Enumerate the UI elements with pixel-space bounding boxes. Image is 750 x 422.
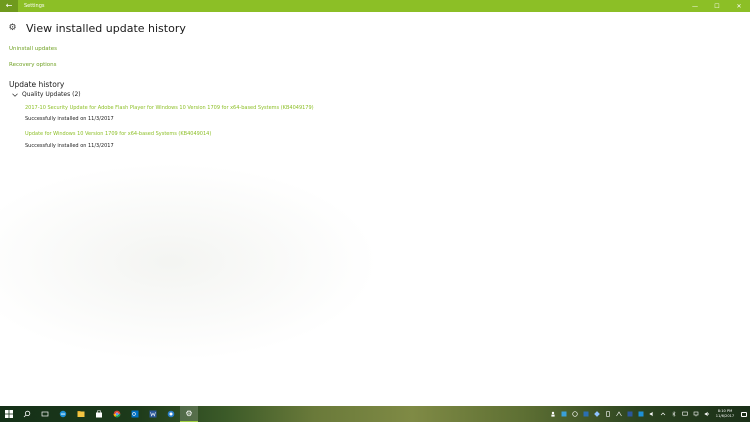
taskbar-edge[interactable] — [54, 406, 72, 422]
start-button[interactable] — [0, 406, 18, 422]
quality-updates-toggle[interactable]: Quality Updates (2) — [12, 91, 81, 98]
chrome-icon — [113, 410, 121, 418]
tray-app-4[interactable] — [591, 406, 602, 422]
gear-icon: ⚙ — [8, 23, 17, 33]
settings-gear-icon: ⚙ — [185, 408, 193, 418]
settings-content: ⚙ View installed update history Uninstal… — [0, 12, 750, 406]
app-tile-icon — [561, 411, 566, 417]
system-tray: 8:10 PM 11/6/2017 — [547, 406, 750, 422]
uninstall-updates-link[interactable]: Uninstall updates — [9, 46, 57, 52]
windows-logo-icon — [5, 410, 13, 418]
outlook-icon — [131, 410, 139, 418]
taskbar: ⚙ 8:10 PM 11/6/2017 — [0, 406, 750, 422]
page-header: ⚙ View installed update history — [8, 22, 186, 35]
tray-app-6[interactable] — [613, 406, 624, 422]
chevron-up-icon — [660, 412, 665, 416]
update-item-link[interactable]: 2017-10 Security Update for Adobe Flash … — [25, 105, 314, 111]
back-arrow-icon: ← — [5, 1, 13, 10]
page-title: View installed update history — [26, 22, 186, 35]
tray-app-7[interactable] — [624, 406, 635, 422]
notification-icon — [741, 411, 747, 417]
update-item-status: Successfully installed on 11/3/2017 — [25, 143, 114, 149]
minimize-button[interactable]: — — [684, 0, 706, 12]
window-controls: — ☐ ✕ — [684, 0, 750, 12]
chevron-down-icon — [12, 92, 18, 98]
tray-volume[interactable] — [701, 406, 712, 422]
volume-icon — [649, 411, 653, 417]
network-app-icon — [615, 411, 622, 417]
store-bag-icon — [96, 410, 102, 418]
update-item-status: Successfully installed on 11/3/2017 — [25, 116, 114, 122]
tray-display[interactable] — [679, 406, 690, 422]
security-icon — [627, 411, 632, 417]
action-center-button[interactable] — [738, 406, 750, 422]
app-tile-icon — [583, 411, 588, 417]
taskbar-chrome[interactable] — [108, 406, 126, 422]
taskbar-word[interactable] — [144, 406, 162, 422]
app-circle-icon — [167, 410, 175, 418]
tray-app-3[interactable] — [580, 406, 591, 422]
taskbar-clock[interactable]: 8:10 PM 11/6/2017 — [712, 406, 738, 422]
task-view-icon — [41, 411, 49, 417]
app-tile-icon — [638, 411, 643, 417]
tray-bluetooth[interactable] — [668, 406, 679, 422]
usb-icon — [605, 411, 610, 417]
ring-icon — [571, 411, 578, 417]
title-bar: ← Settings — ☐ ✕ — [0, 0, 750, 12]
tray-app-1[interactable] — [558, 406, 569, 422]
tray-app-9[interactable] — [646, 406, 657, 422]
search-button[interactable] — [18, 406, 36, 422]
task-view-button[interactable] — [36, 406, 54, 422]
clock-date: 11/6/2017 — [715, 414, 735, 418]
tray-app-2[interactable] — [569, 406, 580, 422]
update-item-link[interactable]: Update for Windows 10 Version 1709 for x… — [25, 131, 211, 137]
tray-app-5[interactable] — [602, 406, 613, 422]
word-icon — [149, 410, 157, 418]
background-wash — [0, 162, 380, 362]
tray-network[interactable] — [690, 406, 701, 422]
taskbar-app[interactable] — [162, 406, 180, 422]
update-history-heading: Update history — [9, 80, 65, 89]
speaker-icon — [704, 411, 709, 417]
back-button[interactable]: ← — [0, 0, 18, 12]
maximize-button[interactable]: ☐ — [706, 0, 728, 12]
network-icon — [693, 411, 698, 417]
taskbar-store[interactable] — [90, 406, 108, 422]
recovery-options-link[interactable]: Recovery options — [9, 62, 57, 68]
taskbar-file-explorer[interactable] — [72, 406, 90, 422]
tray-people[interactable] — [547, 406, 558, 422]
quality-updates-label: Quality Updates (2) — [22, 91, 81, 98]
app-title: Settings — [24, 3, 45, 9]
display-icon — [681, 411, 688, 416]
tray-chevron[interactable] — [657, 406, 668, 422]
folder-icon — [77, 411, 85, 417]
edge-browser-icon — [59, 410, 67, 418]
tray-app-8[interactable] — [635, 406, 646, 422]
taskbar-outlook[interactable] — [126, 406, 144, 422]
close-button[interactable]: ✕ — [728, 0, 750, 12]
dropbox-icon — [593, 411, 600, 417]
bluetooth-icon — [671, 411, 676, 417]
taskbar-settings[interactable]: ⚙ — [180, 406, 198, 422]
people-icon — [550, 411, 555, 417]
search-icon — [23, 410, 31, 418]
